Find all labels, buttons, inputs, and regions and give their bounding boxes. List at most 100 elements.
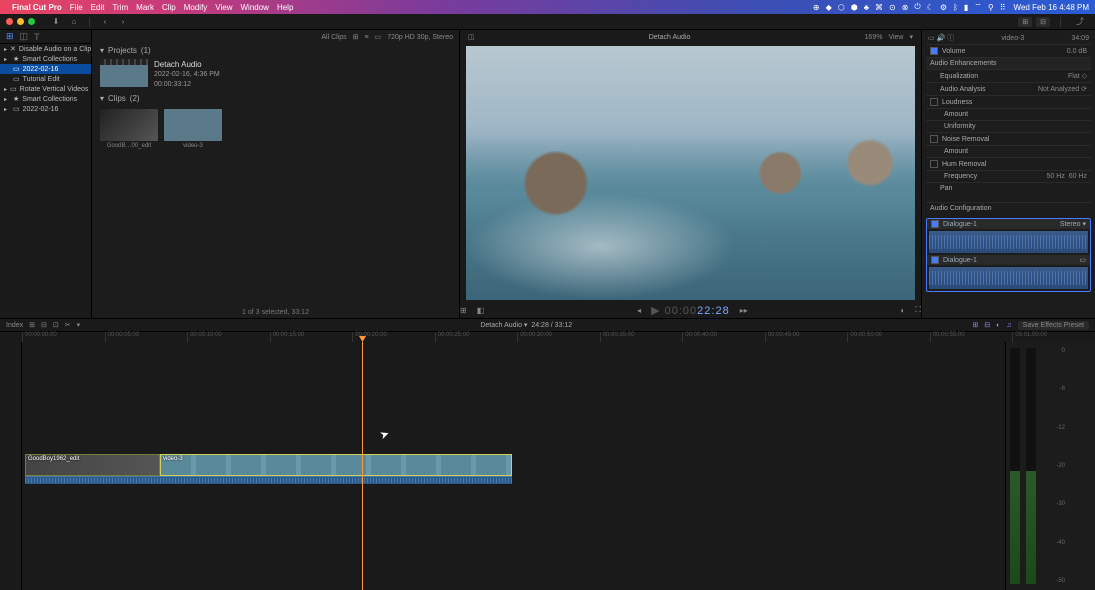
zoom-icon[interactable] bbox=[28, 18, 35, 25]
fit-icon[interactable]: ⊞ bbox=[460, 306, 467, 315]
menu-edit[interactable]: Edit bbox=[91, 3, 105, 12]
close-icon[interactable] bbox=[6, 18, 13, 25]
tool-icon[interactable]: ✂ bbox=[65, 321, 71, 329]
timeline-clip[interactable]: GoodBoy1962_edit bbox=[25, 454, 160, 476]
projects-header[interactable]: ▾Projects(1) bbox=[92, 44, 459, 57]
keyword-icon[interactable]: ⌂ bbox=[68, 16, 80, 28]
sidebar-item[interactable]: ▸▭Rotate Vertical Videos bbox=[0, 84, 91, 94]
timeline-tracks[interactable]: ➤ GoodBoy1962_edit video-3 bbox=[22, 342, 1005, 590]
noise-checkbox[interactable] bbox=[930, 135, 938, 143]
viewer-view-menu[interactable]: View bbox=[888, 34, 903, 41]
tool-icon[interactable]: ⊞ bbox=[29, 321, 35, 329]
app-name[interactable]: Final Cut Pro bbox=[12, 3, 62, 12]
status-icon[interactable]: ⬡ bbox=[838, 3, 845, 12]
search-icon[interactable]: ⚲ bbox=[988, 3, 994, 12]
sidebar-item[interactable]: ▸★Smart Collections bbox=[0, 54, 91, 64]
status-icon[interactable]: ♣ bbox=[864, 3, 869, 12]
menu-help[interactable]: Help bbox=[277, 3, 293, 12]
effects-icon[interactable]: ⊟ bbox=[984, 321, 990, 329]
tab-titles-icon[interactable]: T bbox=[34, 32, 40, 42]
effects-icon[interactable]: ◐ bbox=[996, 322, 1000, 329]
timeline-audio[interactable] bbox=[25, 476, 160, 484]
menu-modify[interactable]: Modify bbox=[184, 3, 208, 12]
menu-view[interactable]: View bbox=[215, 3, 232, 12]
viewer-angle-icon[interactable]: ◫ bbox=[468, 33, 475, 41]
forward-icon[interactable]: › bbox=[117, 16, 129, 28]
index-button[interactable]: Index bbox=[6, 322, 23, 329]
browser-filter[interactable]: All Clips bbox=[321, 34, 346, 41]
battery-icon[interactable]: ▮ bbox=[964, 3, 968, 12]
toolbar-chip[interactable]: ⊞ bbox=[1018, 17, 1032, 27]
prev-frame-icon[interactable]: ◂ bbox=[637, 306, 641, 315]
expand-icon[interactable]: ▭ bbox=[1079, 256, 1086, 264]
menu-file[interactable]: File bbox=[70, 3, 83, 12]
wifi-icon[interactable]: ⌔ bbox=[974, 2, 982, 12]
timeline-title[interactable]: Detach Audio ▾ bbox=[480, 322, 527, 329]
viewer-settings-icon[interactable]: ▾ bbox=[909, 33, 913, 41]
import-icon[interactable]: ⬇ bbox=[50, 16, 62, 28]
audio-waveform[interactable] bbox=[929, 267, 1088, 289]
play-icon[interactable]: ▸▸ bbox=[740, 306, 748, 315]
timeline: ➤ GoodBoy1962_edit video-3 0 -6 -12 -20 … bbox=[0, 342, 1095, 590]
volume-checkbox[interactable] bbox=[930, 47, 938, 55]
bluetooth-icon[interactable]: ᛒ bbox=[953, 3, 958, 12]
status-icon[interactable]: ⚙ bbox=[940, 3, 947, 12]
sidebar-item[interactable]: ▸▭2022-02-16 bbox=[0, 104, 91, 114]
status-icon[interactable]: ⏻ bbox=[914, 2, 920, 12]
clips-header[interactable]: ▾Clips(2) bbox=[92, 92, 459, 105]
transform-icon[interactable]: ◧ bbox=[477, 306, 485, 315]
status-icon[interactable]: ⬢ bbox=[851, 3, 858, 12]
status-icon[interactable]: ⊗ bbox=[902, 3, 909, 12]
browser-format: 720p HD 30p, Stereo bbox=[387, 34, 453, 41]
tool-icon[interactable]: ⊟ bbox=[41, 321, 47, 329]
list-icon[interactable]: ≡ bbox=[365, 34, 369, 41]
timeline-index[interactable] bbox=[0, 342, 22, 590]
timeline-audio[interactable] bbox=[160, 476, 512, 484]
sidebar-item[interactable]: ▭2022-02-16 bbox=[0, 64, 91, 74]
audio-waveform[interactable] bbox=[929, 231, 1088, 253]
window-controls[interactable] bbox=[6, 18, 35, 25]
menu-clip[interactable]: Clip bbox=[162, 3, 176, 12]
tab-photos-icon[interactable]: ◫ bbox=[20, 31, 29, 42]
control-center-icon[interactable]: ⠿ bbox=[1000, 3, 1006, 12]
clip-thumbnail[interactable]: GoodB…00_edit bbox=[100, 109, 158, 149]
tab-libraries-icon[interactable]: ⊞ bbox=[6, 31, 14, 42]
status-icon[interactable]: ⌘ bbox=[875, 3, 883, 12]
tool-select[interactable]: ▾ bbox=[77, 321, 81, 329]
timeline-ruler[interactable]: 00:00:00:0000:00:05:0000:00:10:0000:00:1… bbox=[0, 332, 1095, 342]
toolbar-chip[interactable]: ⊟ bbox=[1036, 17, 1050, 27]
tool-icon[interactable]: ⊡ bbox=[53, 321, 59, 329]
effects-icon[interactable]: ♫ bbox=[1006, 322, 1011, 329]
sidebar-item[interactable]: ▸★Smart Collections bbox=[0, 94, 91, 104]
filmstrip-icon[interactable]: ▭ bbox=[375, 33, 382, 41]
menu-trim[interactable]: Trim bbox=[112, 3, 128, 12]
status-icon[interactable]: ◆ bbox=[826, 3, 832, 12]
menu-window[interactable]: Window bbox=[241, 3, 269, 12]
status-icon[interactable]: ⊙ bbox=[889, 3, 896, 12]
playhead[interactable] bbox=[362, 342, 363, 590]
timeline-tc: 24:28 / 33:12 bbox=[531, 322, 572, 329]
viewer-timecode[interactable]: ▶ 00:0022:28 bbox=[651, 304, 730, 317]
save-preset-button[interactable]: Save Effects Preset bbox=[1018, 321, 1089, 330]
loudness-checkbox[interactable] bbox=[930, 98, 938, 106]
project-title: Detach Audio bbox=[154, 59, 220, 70]
clip-thumbnail[interactable]: video-3 bbox=[164, 109, 222, 149]
back-icon[interactable]: ‹ bbox=[99, 16, 111, 28]
viewer-zoom[interactable]: 169% bbox=[865, 34, 883, 41]
status-icon[interactable]: ☾ bbox=[927, 3, 934, 12]
color-icon[interactable]: ◐ bbox=[901, 306, 906, 315]
menu-mark[interactable]: Mark bbox=[136, 3, 154, 12]
project-thumbnail[interactable] bbox=[100, 59, 148, 87]
minimize-icon[interactable] bbox=[17, 18, 24, 25]
menubar-clock[interactable]: Wed Feb 16 4:48 PM bbox=[1014, 3, 1089, 12]
viewer-canvas[interactable] bbox=[466, 46, 915, 300]
timeline-clip[interactable]: video-3 bbox=[160, 454, 512, 476]
share-icon[interactable]: ⤴ bbox=[1074, 16, 1086, 28]
status-icon[interactable]: ⊕ bbox=[813, 3, 820, 12]
inspector-tabs[interactable]: ▭ 🔊 ⓘ bbox=[928, 33, 954, 43]
effects-icon[interactable]: ⊞ bbox=[972, 321, 978, 329]
sidebar-item[interactable]: ▸✕Disable Audio on a Clip bbox=[0, 44, 91, 54]
grid-icon[interactable]: ⊞ bbox=[353, 33, 359, 41]
hum-checkbox[interactable] bbox=[930, 160, 938, 168]
sidebar-item[interactable]: ▭Tutorial Edit bbox=[0, 74, 91, 84]
